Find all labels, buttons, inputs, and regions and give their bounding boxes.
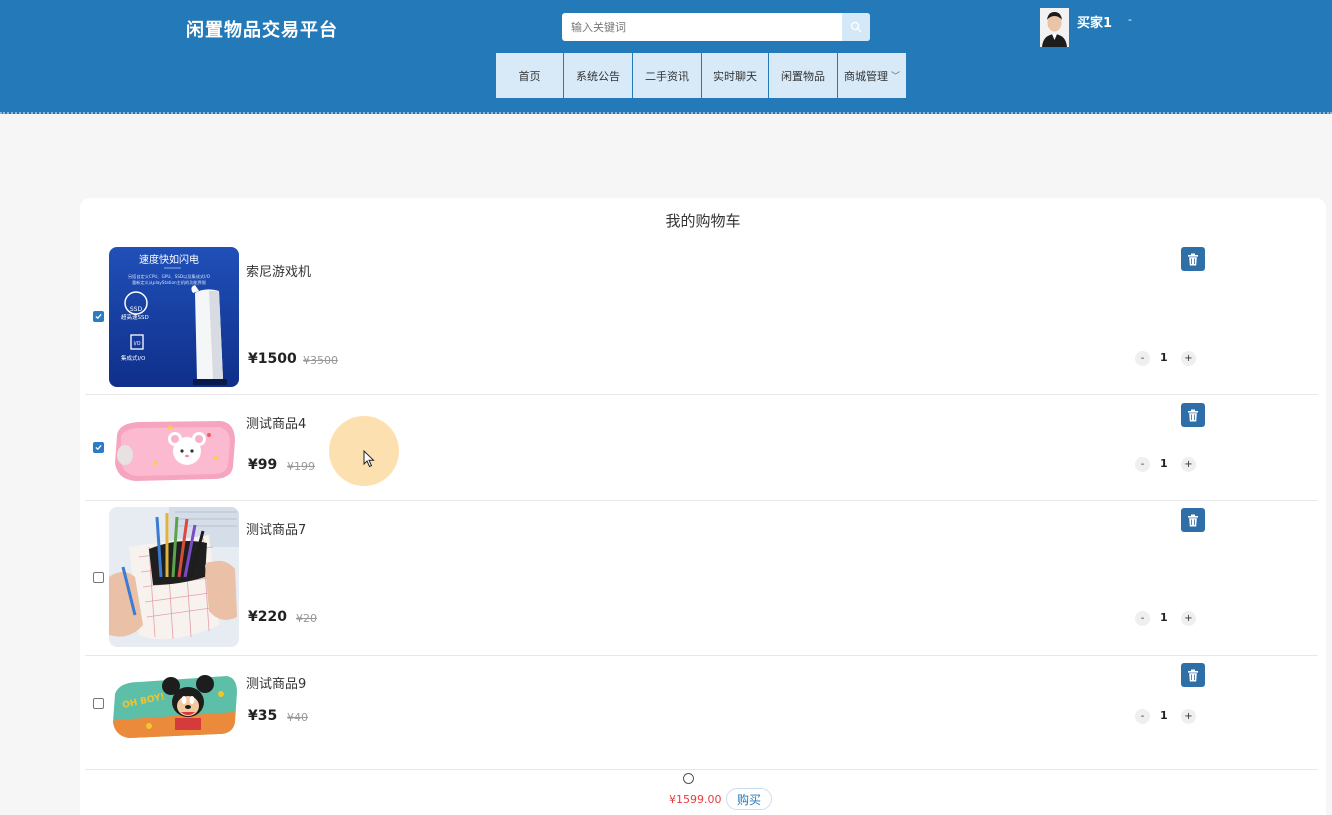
cart-title: 我的购物车: [665, 212, 741, 230]
quantity-decrease-button[interactable]: -: [1135, 457, 1150, 472]
product-image-pink-pencil-case[interactable]: [109, 415, 239, 485]
svg-text:重新定义从playStation主机的功能界限: 重新定义从playStation主机的功能界限: [132, 279, 207, 286]
svg-text:集成式I/O: 集成式I/O: [121, 354, 146, 362]
delete-button[interactable]: [1181, 247, 1205, 271]
user-menu-caret[interactable]: -: [1128, 13, 1132, 26]
cart-item: OH BOY! 测试商品9 ¥35 ¥40 - 1 +: [85, 656, 1318, 770]
item-checkbox[interactable]: [93, 698, 104, 709]
nav-item-news[interactable]: 二手资讯: [633, 53, 702, 98]
check-icon: [95, 444, 102, 451]
select-all-radio[interactable]: [683, 773, 694, 784]
product-image-ps5[interactable]: 速度快如闪电 另搭自定义CPU、GPU、SSD以及集成式I/O 重新定义从pla…: [109, 247, 239, 387]
product-name[interactable]: 测试商品4: [246, 413, 306, 432]
cart-item: 测试商品4 ¥99 ¥199 - 1 +: [85, 395, 1318, 501]
product-price: ¥99: [248, 457, 278, 473]
item-checkbox[interactable]: [93, 311, 104, 322]
quantity-value: 1: [1160, 709, 1168, 722]
svg-text:超高速SSD: 超高速SSD: [121, 313, 149, 321]
nav-item-idle-goods[interactable]: 闲置物品: [769, 53, 838, 98]
cart-item: 速度快如闪电 另搭自定义CPU、GPU、SSD以及集成式I/O 重新定义从pla…: [85, 244, 1318, 395]
mouse-pointer-icon: [363, 450, 375, 468]
username[interactable]: 买家1: [1077, 12, 1112, 31]
search-button[interactable]: [842, 13, 870, 41]
quantity-value: 1: [1160, 351, 1168, 364]
nav-item-home[interactable]: 首页: [496, 53, 564, 98]
buy-button[interactable]: 购买: [726, 788, 772, 810]
item-checkbox[interactable]: [93, 442, 104, 453]
svg-text:另搭自定义CPU、GPU、SSD以及集成式I/O: 另搭自定义CPU、GPU、SSD以及集成式I/O: [128, 273, 211, 280]
product-price: ¥35: [248, 708, 278, 724]
nav-item-chat[interactable]: 实时聊天: [702, 53, 769, 98]
quantity-decrease-button[interactable]: -: [1135, 351, 1150, 366]
trash-icon: [1188, 253, 1198, 265]
cart-total: ¥1599.00: [669, 793, 722, 806]
delete-button[interactable]: [1181, 508, 1205, 532]
svg-text:速度快如闪电: 速度快如闪电: [139, 253, 199, 266]
product-original-price: ¥3500: [303, 354, 338, 367]
product-original-price: ¥20: [296, 612, 317, 625]
quantity-decrease-button[interactable]: -: [1135, 611, 1150, 626]
svg-text:I/O: I/O: [133, 341, 140, 347]
trash-icon: [1188, 514, 1198, 526]
product-name[interactable]: 测试商品9: [246, 673, 306, 692]
quantity-increase-button[interactable]: +: [1181, 611, 1196, 626]
item-checkbox[interactable]: [93, 572, 104, 583]
quantity-value: 1: [1160, 611, 1168, 624]
product-image-pencil-bag[interactable]: [109, 507, 239, 647]
product-price: ¥1500: [248, 351, 297, 367]
user-avatar[interactable]: [1040, 8, 1069, 47]
search-input[interactable]: [562, 13, 842, 41]
quantity-increase-button[interactable]: +: [1181, 457, 1196, 472]
main-nav: 首页 系统公告 二手资讯 实时聊天 闲置物品 商城管理 ﹀: [496, 53, 906, 98]
quantity-value: 1: [1160, 457, 1168, 470]
delete-button[interactable]: [1181, 403, 1205, 427]
trash-icon: [1188, 409, 1198, 421]
nav-item-announcements[interactable]: 系统公告: [564, 53, 633, 98]
product-original-price: ¥199: [287, 460, 315, 473]
product-original-price: ¥40: [287, 711, 308, 724]
cart-item: 测试商品7 ¥220 ¥20 - 1 +: [85, 501, 1318, 656]
delete-button[interactable]: [1181, 663, 1205, 687]
product-price: ¥220: [248, 609, 287, 625]
cart-panel: 我的购物车 速度快如闪电 另搭自定义CPU、GPU、SSD以及集成式I/O 重新…: [80, 198, 1326, 815]
product-image-mickey-pencil-box[interactable]: OH BOY!: [109, 672, 239, 742]
product-name[interactable]: 索尼游戏机: [246, 261, 311, 280]
nav-item-mall-management[interactable]: 商城管理 ﹀: [838, 53, 906, 98]
trash-icon: [1188, 669, 1198, 681]
site-title[interactable]: 闲置物品交易平台: [186, 16, 338, 42]
top-header: 闲置物品交易平台 买家1 - 首页 系统公告 二手资讯 实时聊天 闲置物品 商城…: [0, 0, 1332, 114]
quantity-decrease-button[interactable]: -: [1135, 709, 1150, 724]
check-icon: [95, 313, 102, 320]
svg-text:SSD: SSD: [130, 306, 143, 313]
product-name[interactable]: 测试商品7: [246, 519, 306, 538]
quantity-increase-button[interactable]: +: [1181, 709, 1196, 724]
search-box: [562, 13, 870, 41]
search-icon: [850, 21, 862, 33]
chevron-down-icon: ﹀: [890, 72, 900, 82]
quantity-increase-button[interactable]: +: [1181, 351, 1196, 366]
